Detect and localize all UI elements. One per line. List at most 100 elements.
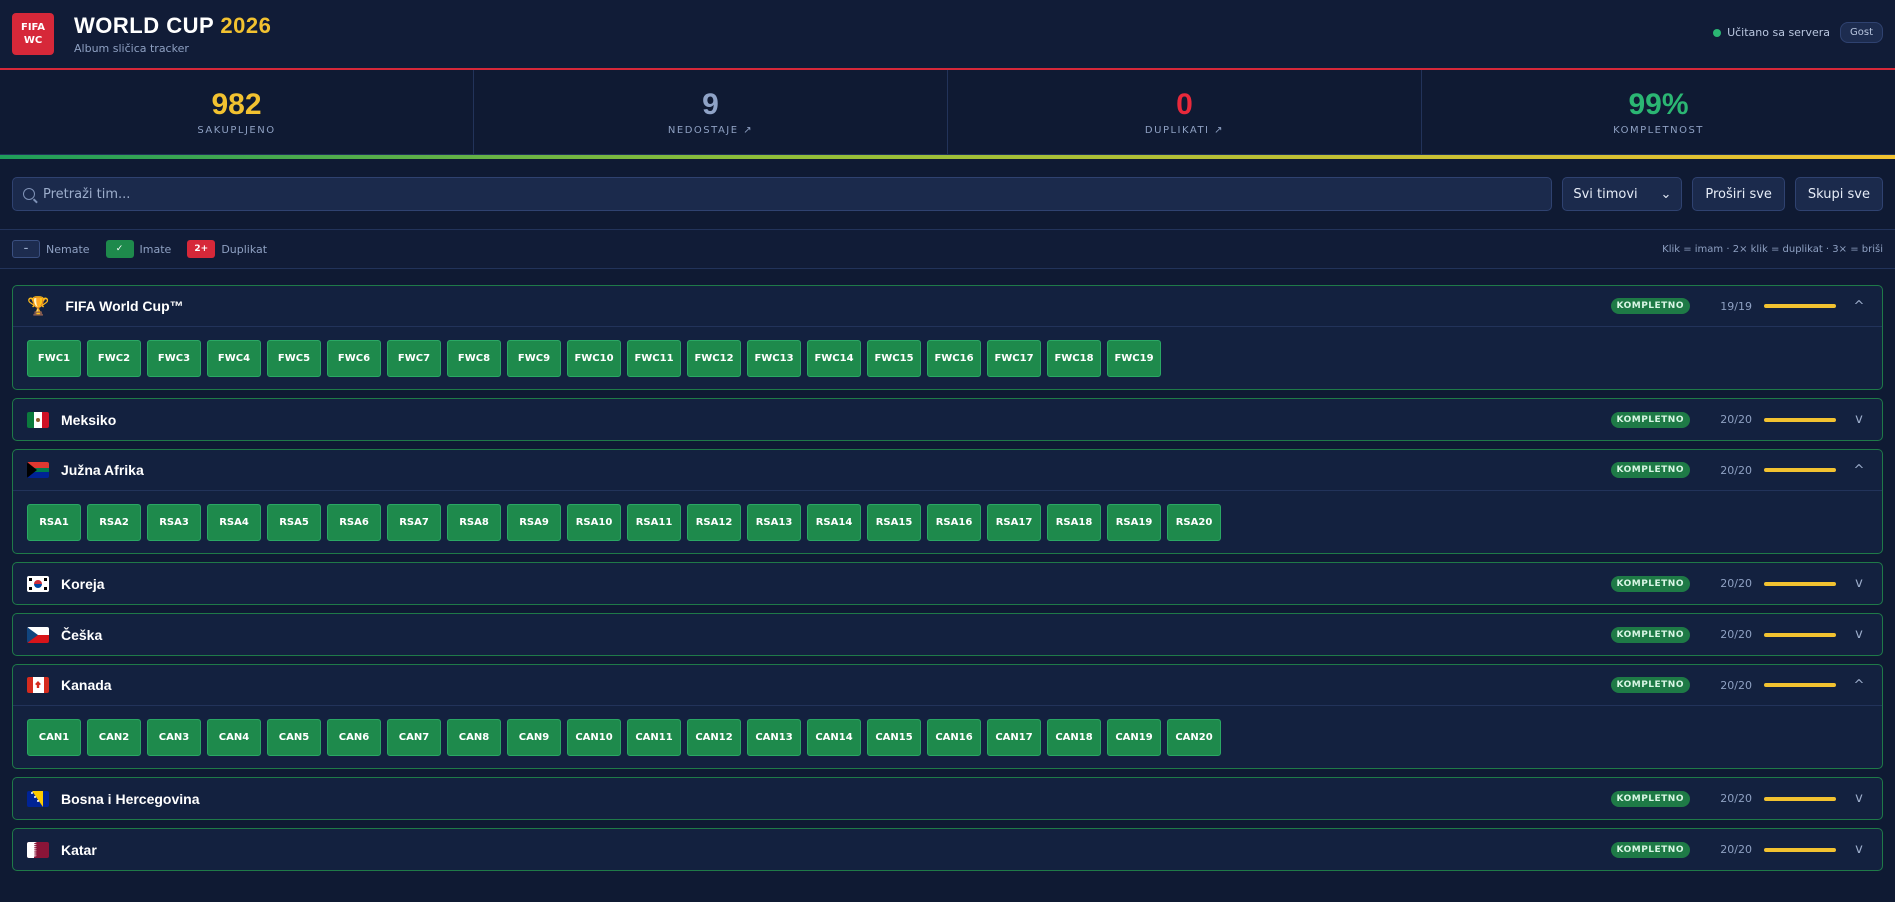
sticker-tile[interactable]: CAN4 bbox=[207, 719, 261, 756]
chevron-down-icon[interactable]: v bbox=[1850, 791, 1868, 806]
sticker-tile[interactable]: RSA9 bbox=[507, 504, 561, 541]
chevron-down-icon[interactable]: v bbox=[1850, 412, 1868, 427]
sticker-tile[interactable]: CAN5 bbox=[267, 719, 321, 756]
sticker-tile[interactable]: RSA15 bbox=[867, 504, 921, 541]
legend-hint: Klik = imam · 2× klik = duplikat · 3× = … bbox=[1662, 243, 1883, 255]
chevron-down-icon[interactable]: v bbox=[1850, 842, 1868, 857]
sticker-tile[interactable]: RSA13 bbox=[747, 504, 801, 541]
chevron-down-icon[interactable]: v bbox=[1850, 576, 1868, 591]
stat-card: 99% KOMPLETNOST bbox=[1422, 70, 1895, 154]
legend-none-swatch: – bbox=[12, 240, 40, 258]
sticker-tile[interactable]: CAN8 bbox=[447, 719, 501, 756]
sticker-tile[interactable]: CAN12 bbox=[687, 719, 741, 756]
team-header[interactable]: Češka KOMPLETNO 20/20 v bbox=[13, 614, 1882, 655]
sticker-tile[interactable]: RSA5 bbox=[267, 504, 321, 541]
team-header[interactable]: Bosna i Hercegovina KOMPLETNO 20/20 v bbox=[13, 778, 1882, 819]
sticker-tile[interactable]: CAN10 bbox=[567, 719, 621, 756]
korea-flag-icon bbox=[27, 575, 49, 592]
team-count: 19/19 bbox=[1720, 299, 1752, 313]
sticker-tile[interactable]: CAN7 bbox=[387, 719, 441, 756]
sticker-tile[interactable]: CAN17 bbox=[987, 719, 1041, 756]
team-header[interactable]: Meksiko KOMPLETNO 20/20 v bbox=[13, 399, 1882, 440]
sticker-tile[interactable]: RSA4 bbox=[207, 504, 261, 541]
team-header[interactable]: 🏆 FIFA World Cup™ KOMPLETNO 19/19 ^ bbox=[13, 286, 1882, 327]
team-meta: KOMPLETNO 20/20 ^ bbox=[1610, 677, 1868, 693]
sticker-tile[interactable]: CAN11 bbox=[627, 719, 681, 756]
sticker-tile[interactable]: FWC17 bbox=[987, 340, 1041, 377]
sticker-tile[interactable]: CAN16 bbox=[927, 719, 981, 756]
sticker-tile[interactable]: FWC2 bbox=[87, 340, 141, 377]
team-header[interactable]: Južna Afrika KOMPLETNO 20/20 ^ bbox=[13, 450, 1882, 491]
sticker-tile[interactable]: FWC5 bbox=[267, 340, 321, 377]
sticker-tile[interactable]: RSA6 bbox=[327, 504, 381, 541]
sticker-tile[interactable]: RSA2 bbox=[87, 504, 141, 541]
team-meta: KOMPLETNO 20/20 v bbox=[1610, 411, 1868, 428]
sticker-tile[interactable]: FWC16 bbox=[927, 340, 981, 377]
sticker-tile[interactable]: CAN3 bbox=[147, 719, 201, 756]
sticker-tile[interactable]: FWC7 bbox=[387, 340, 441, 377]
sticker-tile[interactable]: FWC6 bbox=[327, 340, 381, 377]
expand-all-button[interactable]: Proširi sve bbox=[1692, 177, 1785, 211]
sticker-tile[interactable]: CAN1 bbox=[27, 719, 81, 756]
sticker-tile[interactable]: RSA19 bbox=[1107, 504, 1161, 541]
search-input[interactable] bbox=[43, 186, 1542, 202]
sticker-tile[interactable]: RSA10 bbox=[567, 504, 621, 541]
search-box[interactable] bbox=[12, 177, 1553, 211]
sticker-tile[interactable]: CAN19 bbox=[1107, 719, 1161, 756]
chevron-up-icon[interactable]: ^ bbox=[1850, 678, 1868, 693]
team-filter-select[interactable]: Svi timovi ⌄ bbox=[1562, 177, 1683, 211]
sticker-tile[interactable]: RSA20 bbox=[1167, 504, 1221, 541]
sticker-tile[interactable]: FWC9 bbox=[507, 340, 561, 377]
sticker-tile[interactable]: RSA14 bbox=[807, 504, 861, 541]
team-header[interactable]: Kanada KOMPLETNO 20/20 ^ bbox=[13, 665, 1882, 706]
sticker-tile[interactable]: FWC18 bbox=[1047, 340, 1101, 377]
sticker-tile[interactable]: FWC3 bbox=[147, 340, 201, 377]
sticker-tile[interactable]: CAN14 bbox=[807, 719, 861, 756]
sticker-tile[interactable]: CAN13 bbox=[747, 719, 801, 756]
sticker-tile[interactable]: RSA11 bbox=[627, 504, 681, 541]
team-count: 20/20 bbox=[1720, 678, 1752, 692]
sticker-tile[interactable]: RSA1 bbox=[27, 504, 81, 541]
sticker-tile[interactable]: FWC15 bbox=[867, 340, 921, 377]
collapse-all-button[interactable]: Skupi sve bbox=[1794, 177, 1883, 211]
sticker-tile[interactable]: RSA8 bbox=[447, 504, 501, 541]
sticker-tile[interactable]: RSA18 bbox=[1047, 504, 1101, 541]
stats-bar: 982 SAKUPLJENO 9 NEDOSTAJE ↗ 0 DUPLIKATI ↗ 99%… bbox=[0, 70, 1895, 155]
sticker-tile[interactable]: FWC1 bbox=[27, 340, 81, 377]
sticker-tile[interactable]: FWC10 bbox=[567, 340, 621, 377]
sticker-tile[interactable]: RSA17 bbox=[987, 504, 1041, 541]
stat-label: SAKUPLJENO bbox=[197, 124, 276, 136]
chevron-up-icon[interactable]: ^ bbox=[1850, 463, 1868, 478]
team-count: 20/20 bbox=[1720, 628, 1752, 641]
sticker-tile[interactable]: FWC8 bbox=[447, 340, 501, 377]
sticker-tile[interactable]: FWC13 bbox=[747, 340, 801, 377]
stat-card[interactable]: 9 NEDOSTAJE ↗ bbox=[474, 70, 948, 154]
sticker-tile[interactable]: RSA7 bbox=[387, 504, 441, 541]
chevron-down-icon[interactable]: v bbox=[1850, 627, 1868, 642]
sticker-tile[interactable]: RSA3 bbox=[147, 504, 201, 541]
team-count: 20/20 bbox=[1720, 463, 1752, 477]
sticker-tile[interactable]: CAN6 bbox=[327, 719, 381, 756]
sticker-tile[interactable]: CAN9 bbox=[507, 719, 561, 756]
stat-value: 99% bbox=[1628, 87, 1689, 121]
stat-card[interactable]: 0 DUPLIKATI ↗ bbox=[948, 70, 1422, 154]
sticker-tile[interactable]: CAN15 bbox=[867, 719, 921, 756]
legend-duplicate-label: Duplikat bbox=[221, 242, 268, 256]
guest-button[interactable]: Gost bbox=[1840, 22, 1883, 43]
mexico-flag-icon bbox=[27, 411, 49, 428]
sticker-tile[interactable]: RSA16 bbox=[927, 504, 981, 541]
sticker-tile[interactable]: FWC19 bbox=[1107, 340, 1161, 377]
team-header[interactable]: Katar KOMPLETNO 20/20 v bbox=[13, 829, 1882, 870]
sticker-tile[interactable]: CAN2 bbox=[87, 719, 141, 756]
sticker-tile[interactable]: FWC14 bbox=[807, 340, 861, 377]
sticker-tile[interactable]: FWC11 bbox=[627, 340, 681, 377]
team-section: Južna Afrika KOMPLETNO 20/20 ^ RSA1 RSA2 RSA3 R… bbox=[12, 449, 1883, 554]
app-title-year: 2026 bbox=[220, 13, 272, 38]
sticker-tile[interactable]: CAN20 bbox=[1167, 719, 1221, 756]
sticker-tile[interactable]: CAN18 bbox=[1047, 719, 1101, 756]
team-header[interactable]: Koreja KOMPLETNO 20/20 v bbox=[13, 563, 1882, 604]
sticker-tile[interactable]: FWC4 bbox=[207, 340, 261, 377]
sticker-tile[interactable]: FWC12 bbox=[687, 340, 741, 377]
chevron-up-icon[interactable]: ^ bbox=[1850, 299, 1868, 314]
sticker-tile[interactable]: RSA12 bbox=[687, 504, 741, 541]
